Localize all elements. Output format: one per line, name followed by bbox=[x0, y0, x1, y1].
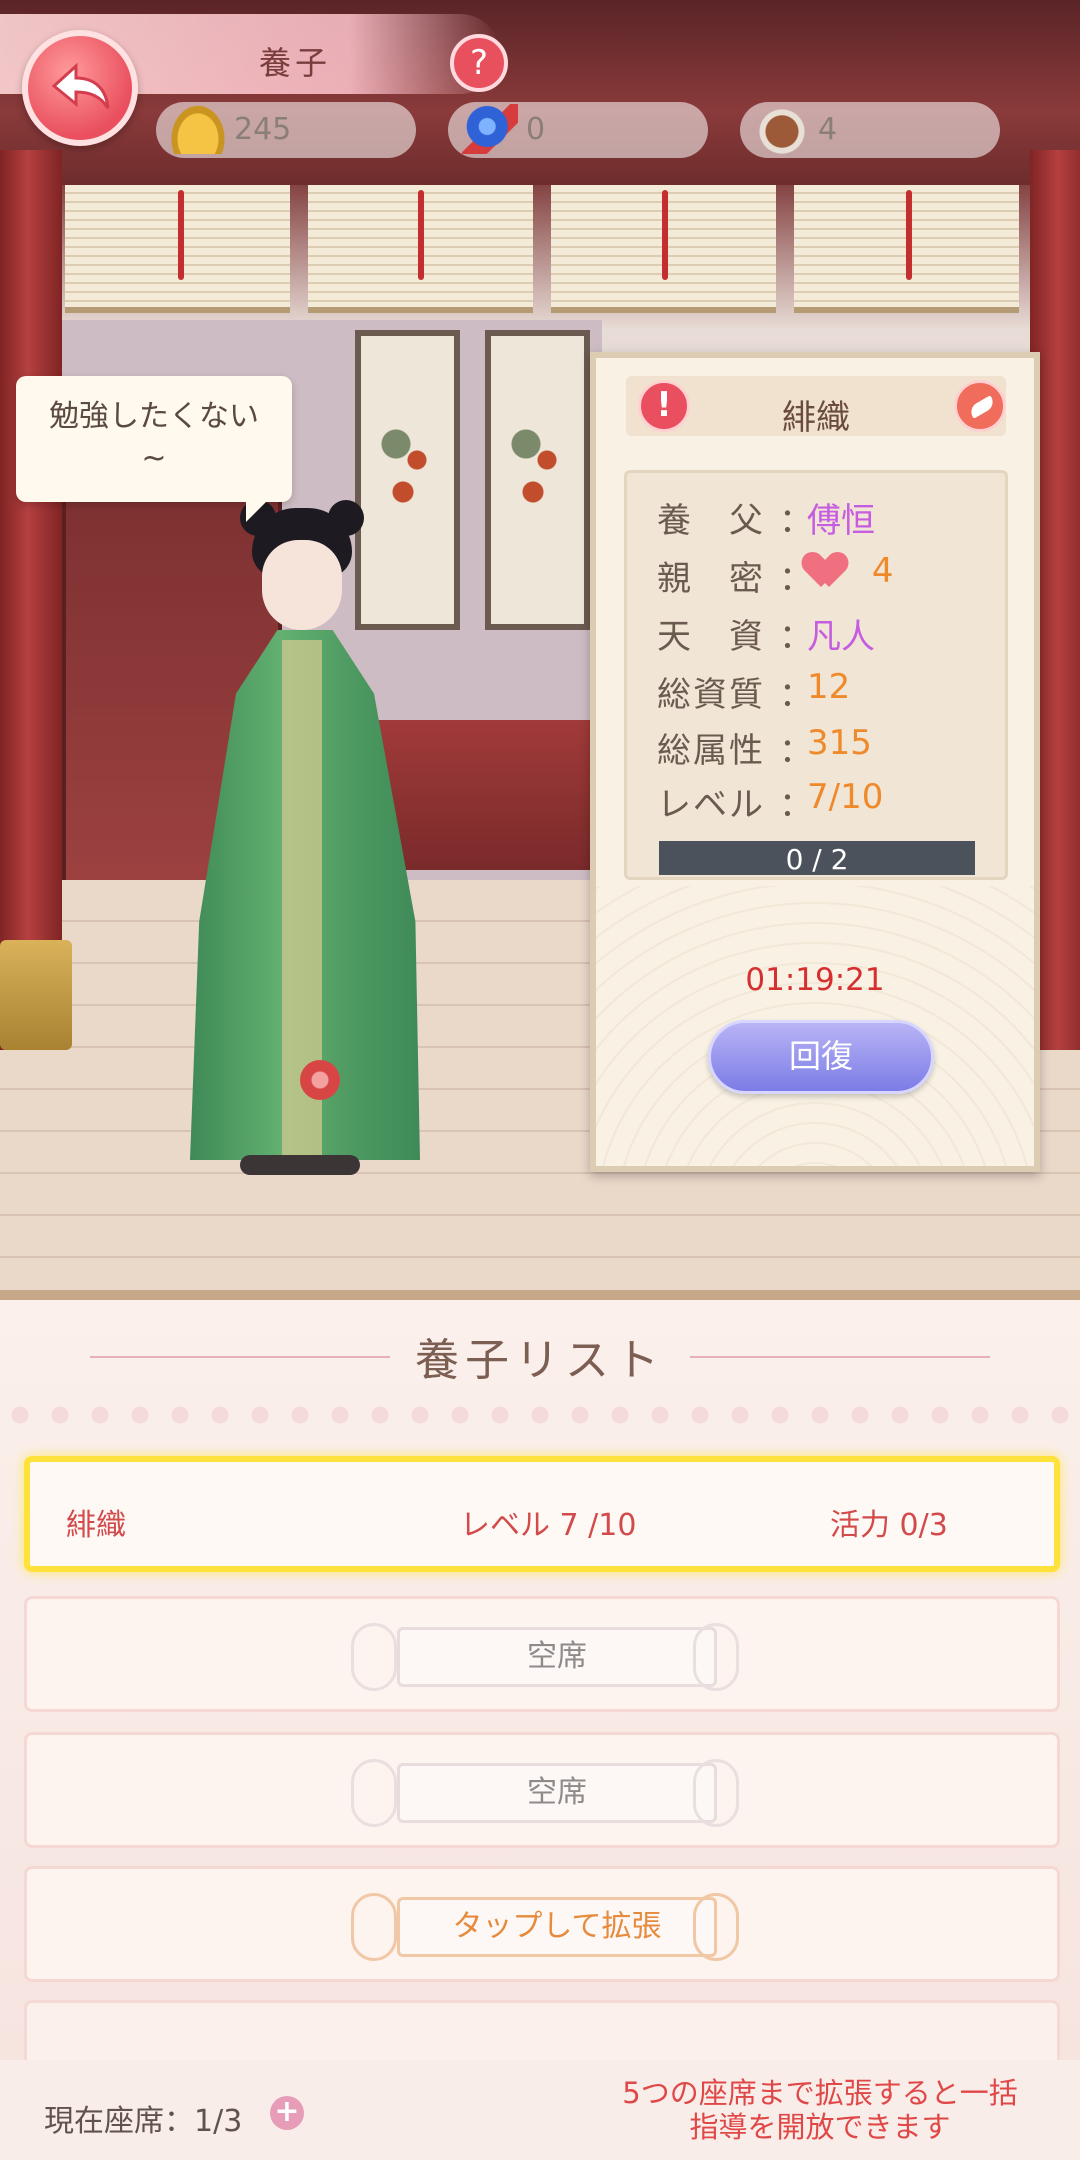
currency-gold[interactable]: 245 bbox=[156, 102, 416, 158]
slipper-icon[interactable] bbox=[954, 380, 1006, 432]
row-level: レベル 7 /10 bbox=[460, 1508, 637, 1543]
stat-value: 4 bbox=[871, 551, 894, 591]
stat-label: 総属性 bbox=[657, 731, 765, 771]
stats-box: 養 父 ： 傅恒 親 密 ： 4 天 資 ： 凡人 総資質 ： 12 総属性 ：… bbox=[624, 470, 1008, 880]
expand-seat-label: タップして拡張 bbox=[397, 1897, 717, 1957]
shoes bbox=[240, 1155, 360, 1175]
floor-edge bbox=[0, 1290, 1080, 1300]
red-tassel bbox=[178, 190, 184, 280]
row-vitality: 活力 0/3 bbox=[830, 1508, 948, 1543]
hair-bun bbox=[328, 500, 364, 536]
child-list-row[interactable]: 緋織 レベル 7 /10 活力 0/3 bbox=[24, 1456, 1060, 1572]
stat-value: 傅恒 bbox=[807, 501, 875, 541]
scroll-ornament-icon bbox=[693, 1759, 739, 1827]
stat-value: 12 bbox=[807, 667, 851, 707]
help-button[interactable]: ? bbox=[450, 34, 508, 92]
stat-label: 親 密 bbox=[657, 559, 765, 599]
child-info-panel: 緋織 ! 養 父 ： 傅恒 親 密 ： 4 天 資 ： 凡人 総資質 ： 12 bbox=[590, 352, 1040, 1172]
empty-seat-label: 空席 bbox=[397, 1627, 717, 1687]
decorative-border bbox=[0, 1400, 1080, 1430]
red-tassel bbox=[906, 190, 912, 280]
currency-gem-value: 0 bbox=[526, 112, 546, 147]
current-seats-label: 現在座席：1/3 bbox=[44, 2104, 243, 2139]
scroll-ornament-icon bbox=[693, 1623, 739, 1691]
stat-label: 養 父 bbox=[657, 501, 765, 541]
stat-label: 総資質 bbox=[657, 675, 765, 715]
study-progress-bar: 0 / 2 bbox=[659, 841, 975, 876]
recover-button[interactable]: 回復 bbox=[708, 1020, 934, 1094]
partial-row bbox=[24, 2000, 1060, 2060]
stat-value: 凡人 bbox=[807, 617, 875, 657]
add-seat-plus-icon[interactable]: + bbox=[270, 2096, 304, 2130]
stat-value-wrap: 4 bbox=[807, 551, 894, 593]
empty-seat-label: 空席 bbox=[397, 1763, 717, 1823]
stat-label: 天 資 bbox=[657, 617, 765, 657]
gold-ingot-icon bbox=[170, 104, 226, 154]
red-tassel bbox=[418, 190, 424, 280]
currency-soup-value: 4 bbox=[818, 112, 838, 147]
empty-seat-row[interactable]: 空席 bbox=[24, 1732, 1060, 1848]
title-divider bbox=[690, 1356, 990, 1358]
adopted-child-character[interactable] bbox=[170, 500, 430, 1180]
scroll-ornament-icon bbox=[351, 1623, 397, 1691]
flower-embroidery bbox=[300, 1060, 340, 1100]
pillar-base bbox=[0, 940, 72, 1050]
speech-line-2: ~ bbox=[141, 441, 167, 476]
back-arrow-icon bbox=[51, 62, 110, 109]
soup-bowl-icon bbox=[754, 104, 810, 154]
progress-text: 0 / 2 bbox=[785, 843, 849, 876]
scroll-ornament-icon bbox=[351, 1759, 397, 1827]
red-tassel bbox=[662, 190, 668, 280]
blue-gem-icon bbox=[462, 104, 518, 154]
back-button[interactable] bbox=[22, 30, 138, 146]
child-list-section: 養子リスト 緋織 レベル 7 /10 活力 0/3 空席 空席 タップして拡張 bbox=[0, 1300, 1080, 2060]
stat-value: 7/10 bbox=[807, 777, 884, 817]
heart-icon bbox=[807, 553, 861, 593]
speech-bubble: 勉強したくない ~ bbox=[16, 376, 292, 522]
scroll-ornament-icon bbox=[693, 1893, 739, 1961]
scroll-ornament-icon bbox=[351, 1893, 397, 1961]
alert-icon[interactable]: ! bbox=[638, 380, 690, 432]
stat-value: 315 bbox=[807, 723, 872, 763]
row-child-name: 緋織 bbox=[66, 1508, 126, 1543]
face bbox=[262, 540, 342, 630]
painting-scroll bbox=[485, 330, 590, 630]
footer-bar: 現在座席：1/3 + 5つの座席まで拡張すると一括指導を開放できます bbox=[0, 2060, 1080, 2160]
expand-hint-text: 5つの座席まで拡張すると一括指導を開放できます bbox=[622, 2076, 1018, 2144]
expand-seat-row[interactable]: タップして拡張 bbox=[24, 1866, 1060, 1982]
currency-soup[interactable]: 4 bbox=[740, 102, 1000, 158]
currency-gem[interactable]: 0 bbox=[448, 102, 708, 158]
empty-seat-row[interactable]: 空席 bbox=[24, 1596, 1060, 1712]
stat-label: レベル bbox=[657, 785, 765, 825]
speech-line-1: 勉強したくない bbox=[49, 399, 259, 434]
currency-gold-value: 245 bbox=[234, 112, 292, 147]
recovery-timer: 01:19:21 bbox=[745, 962, 885, 998]
left-pillar bbox=[0, 150, 62, 1050]
page-title: 養子 bbox=[258, 44, 331, 82]
